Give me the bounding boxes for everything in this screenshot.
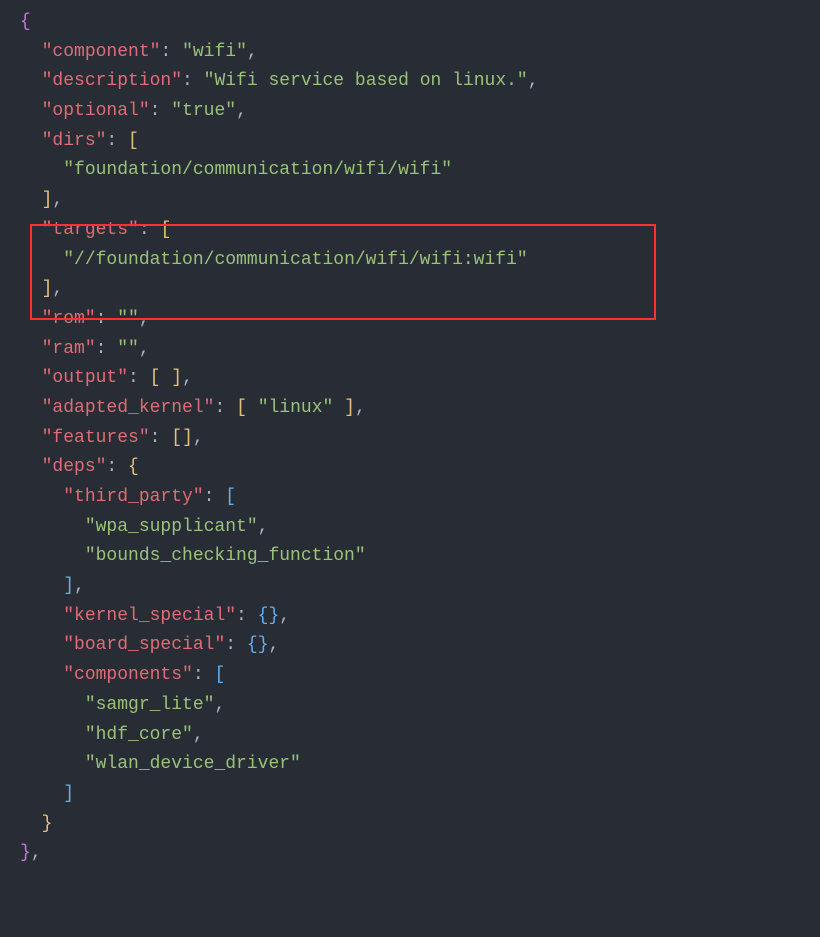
json-key: "optional" [42, 101, 150, 121]
bracket-close: ] [42, 279, 53, 299]
bracket-open: [ [214, 665, 225, 685]
json-key: "output" [42, 368, 128, 388]
bracket-close: ] [344, 398, 355, 418]
bracket-close: ] [63, 576, 74, 596]
brace-open: { [258, 606, 269, 626]
code-line: "foundation/communication/wifi/wifi" [0, 156, 820, 186]
json-key: "components" [63, 665, 193, 685]
code-line: "deps": { [0, 453, 820, 483]
bracket-open: [ [236, 398, 247, 418]
json-key: "board_special" [63, 635, 225, 655]
code-line: "component": "wifi", [0, 38, 820, 68]
code-line: "board_special": {}, [0, 631, 820, 661]
brace-open: { [128, 457, 139, 477]
bracket-close: ] [42, 190, 53, 210]
bracket-open: [ [225, 487, 236, 507]
code-line: ], [0, 186, 820, 216]
code-line: ], [0, 572, 820, 602]
json-key: "deps" [42, 457, 107, 477]
code-line: "kernel_special": {}, [0, 602, 820, 632]
json-string: "//foundation/communication/wifi/wifi:wi… [63, 250, 527, 270]
code-line: { [0, 8, 820, 38]
brace-open: { [20, 12, 31, 32]
json-key: "adapted_kernel" [42, 398, 215, 418]
json-key: "targets" [42, 220, 139, 240]
json-key: "dirs" [42, 131, 107, 151]
code-line: "wlan_device_driver" [0, 750, 820, 780]
json-string: "wifi" [182, 42, 247, 62]
code-line: }, [0, 839, 820, 869]
brace-close: } [42, 814, 53, 834]
json-string: "Wifi service based on linux." [204, 71, 528, 91]
json-string: "" [117, 339, 139, 359]
brace-open: { [247, 635, 258, 655]
code-line: "rom": "", [0, 305, 820, 335]
code-line: ], [0, 275, 820, 305]
json-string: "hdf_core" [85, 725, 193, 745]
code-line: "hdf_core", [0, 721, 820, 751]
bracket-close: ] [182, 428, 193, 448]
json-string: "foundation/communication/wifi/wifi" [63, 160, 452, 180]
json-string: "linux" [258, 398, 334, 418]
code-line: "output": [ ], [0, 364, 820, 394]
json-string: "true" [171, 101, 236, 121]
code-line: "adapted_kernel": [ "linux" ], [0, 394, 820, 424]
json-key: "ram" [42, 339, 96, 359]
code-line: "targets": [ [0, 216, 820, 246]
code-line: "wpa_supplicant", [0, 513, 820, 543]
bracket-open: [ [150, 368, 161, 388]
json-string: "bounds_checking_function" [85, 546, 366, 566]
bracket-open: [ [128, 131, 139, 151]
code-line: "components": [ [0, 661, 820, 691]
code-line: } [0, 810, 820, 840]
json-key: "component" [42, 42, 161, 62]
json-key: "rom" [42, 309, 96, 329]
json-key: "kernel_special" [63, 606, 236, 626]
code-line: "ram": "", [0, 335, 820, 365]
bracket-close: ] [171, 368, 182, 388]
code-line: "bounds_checking_function" [0, 542, 820, 572]
bracket-open: [ [160, 220, 171, 240]
code-line: "//foundation/communication/wifi/wifi:wi… [0, 246, 820, 276]
json-string: "" [117, 309, 139, 329]
brace-close: } [20, 843, 31, 863]
bracket-close: ] [63, 784, 74, 804]
code-line: "description": "Wifi service based on li… [0, 67, 820, 97]
code-line: "third_party": [ [0, 483, 820, 513]
json-key: "description" [42, 71, 182, 91]
json-string: "wlan_device_driver" [85, 754, 301, 774]
brace-close: } [258, 635, 269, 655]
json-key: "third_party" [63, 487, 203, 507]
json-string: "samgr_lite" [85, 695, 215, 715]
code-line: "optional": "true", [0, 97, 820, 127]
code-block: { "component": "wifi", "description": "W… [0, 8, 820, 869]
json-string: "wpa_supplicant" [85, 517, 258, 537]
code-line: ] [0, 780, 820, 810]
brace-close: } [268, 606, 279, 626]
bracket-open: [ [171, 428, 182, 448]
json-key: "features" [42, 428, 150, 448]
code-line: "samgr_lite", [0, 691, 820, 721]
code-line: "features": [], [0, 424, 820, 454]
code-line: "dirs": [ [0, 127, 820, 157]
